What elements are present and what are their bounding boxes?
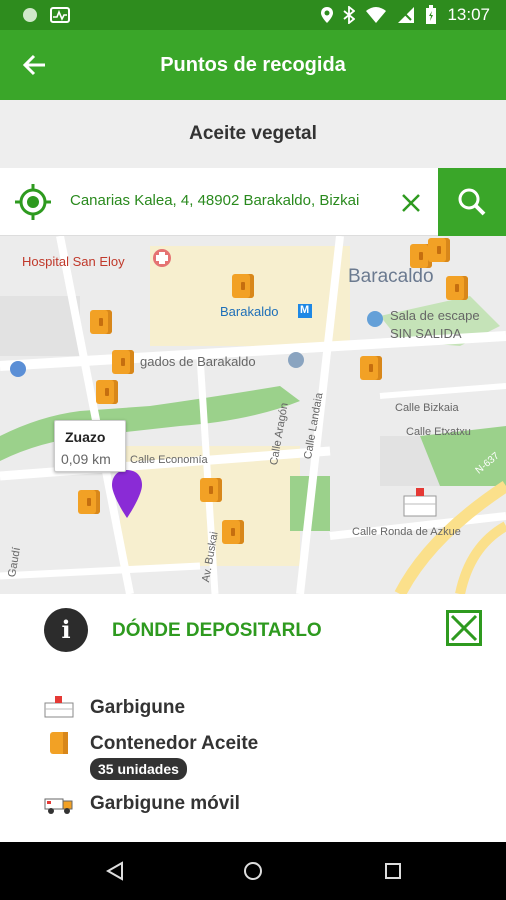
tooltip-distance: 0,09 km	[61, 451, 111, 467]
count-badge: 35 unidades	[90, 758, 187, 780]
container-marker[interactable]	[232, 274, 254, 298]
container-marker[interactable]	[78, 490, 100, 514]
container-marker[interactable]	[200, 478, 222, 502]
container-marker[interactable]	[90, 310, 112, 334]
map-label-escape: Sala de escape	[390, 308, 480, 323]
close-button[interactable]	[446, 610, 482, 646]
container-marker[interactable]	[222, 520, 244, 544]
page-title: Puntos de recogida	[160, 54, 346, 76]
recents-square-icon[interactable]	[382, 860, 404, 882]
garbigune-marker[interactable]	[402, 486, 438, 520]
sheet-heading: DÓNDE DEPOSITARLO	[112, 620, 322, 641]
location-icon	[321, 7, 334, 23]
circle-icon	[23, 8, 37, 22]
signal-icon	[398, 7, 415, 23]
container-marker[interactable]	[360, 356, 382, 380]
map-label-juzgados: gados de Barakaldo	[140, 354, 256, 369]
status-left	[22, 7, 70, 23]
info-sheet: i DÓNDE DEPOSITARLO	[0, 594, 506, 842]
map-label-ronda: Calle Ronda de Azkue	[352, 526, 461, 538]
category-title: Aceite vegetal	[0, 100, 506, 168]
truck-icon	[44, 798, 73, 814]
legend-label: Contenedor Aceite	[90, 733, 259, 754]
home-circle-icon[interactable]	[242, 860, 264, 882]
garbigune-icon	[44, 696, 74, 718]
container-marker[interactable]	[96, 380, 118, 404]
search-icon	[458, 188, 486, 216]
status-right: 13:07	[321, 5, 490, 25]
app-bar: Puntos de recogida	[0, 30, 506, 100]
map-label-bizkaia: Calle Bizkaia	[395, 402, 459, 414]
map-label-city: Baracaldo	[348, 266, 434, 287]
legend-label: Garbigune	[90, 697, 186, 718]
map-label-economia: Calle Economía	[130, 454, 208, 466]
search-button[interactable]	[438, 168, 506, 236]
metro-badge: M	[300, 304, 310, 316]
clock: 13:07	[447, 5, 490, 24]
status-bar: 13:07	[0, 0, 506, 30]
map-view[interactable]: Hospital San Eloy Baracaldo Barakaldo M …	[0, 236, 506, 594]
back-triangle-icon[interactable]	[104, 860, 126, 882]
bluetooth-icon	[343, 6, 356, 24]
legend-label: Garbigune móvil	[90, 793, 240, 814]
container-marker[interactable]	[428, 238, 450, 262]
tooltip-name: Zuazo	[65, 429, 106, 445]
container-marker[interactable]	[446, 276, 468, 300]
map-label-metro: Barakaldo	[220, 304, 279, 319]
close-icon	[450, 614, 478, 642]
clear-icon[interactable]	[400, 192, 422, 214]
search-bar: Canarias Kalea, 4, 48902 Barakaldo, Bizk…	[0, 168, 506, 236]
map-label-escape2: SIN SALIDA	[390, 326, 462, 341]
system-nav-bar	[0, 842, 506, 900]
map-label-etxatxu: Calle Etxatxu	[406, 426, 471, 438]
marker-tooltip[interactable]: Zuazo 0,09 km	[54, 420, 126, 472]
wifi-icon	[366, 7, 387, 23]
container-icon	[50, 732, 68, 754]
battery-icon	[426, 5, 437, 24]
selected-location-pin[interactable]	[110, 468, 144, 520]
activity-icon	[50, 7, 70, 23]
container-marker[interactable]	[112, 350, 134, 374]
info-icon: i	[44, 608, 88, 652]
search-input[interactable]: Canarias Kalea, 4, 48902 Barakaldo, Bizk…	[70, 192, 370, 209]
my-location-icon[interactable]	[14, 183, 52, 221]
map-label-hospital: Hospital San Eloy	[22, 254, 125, 269]
